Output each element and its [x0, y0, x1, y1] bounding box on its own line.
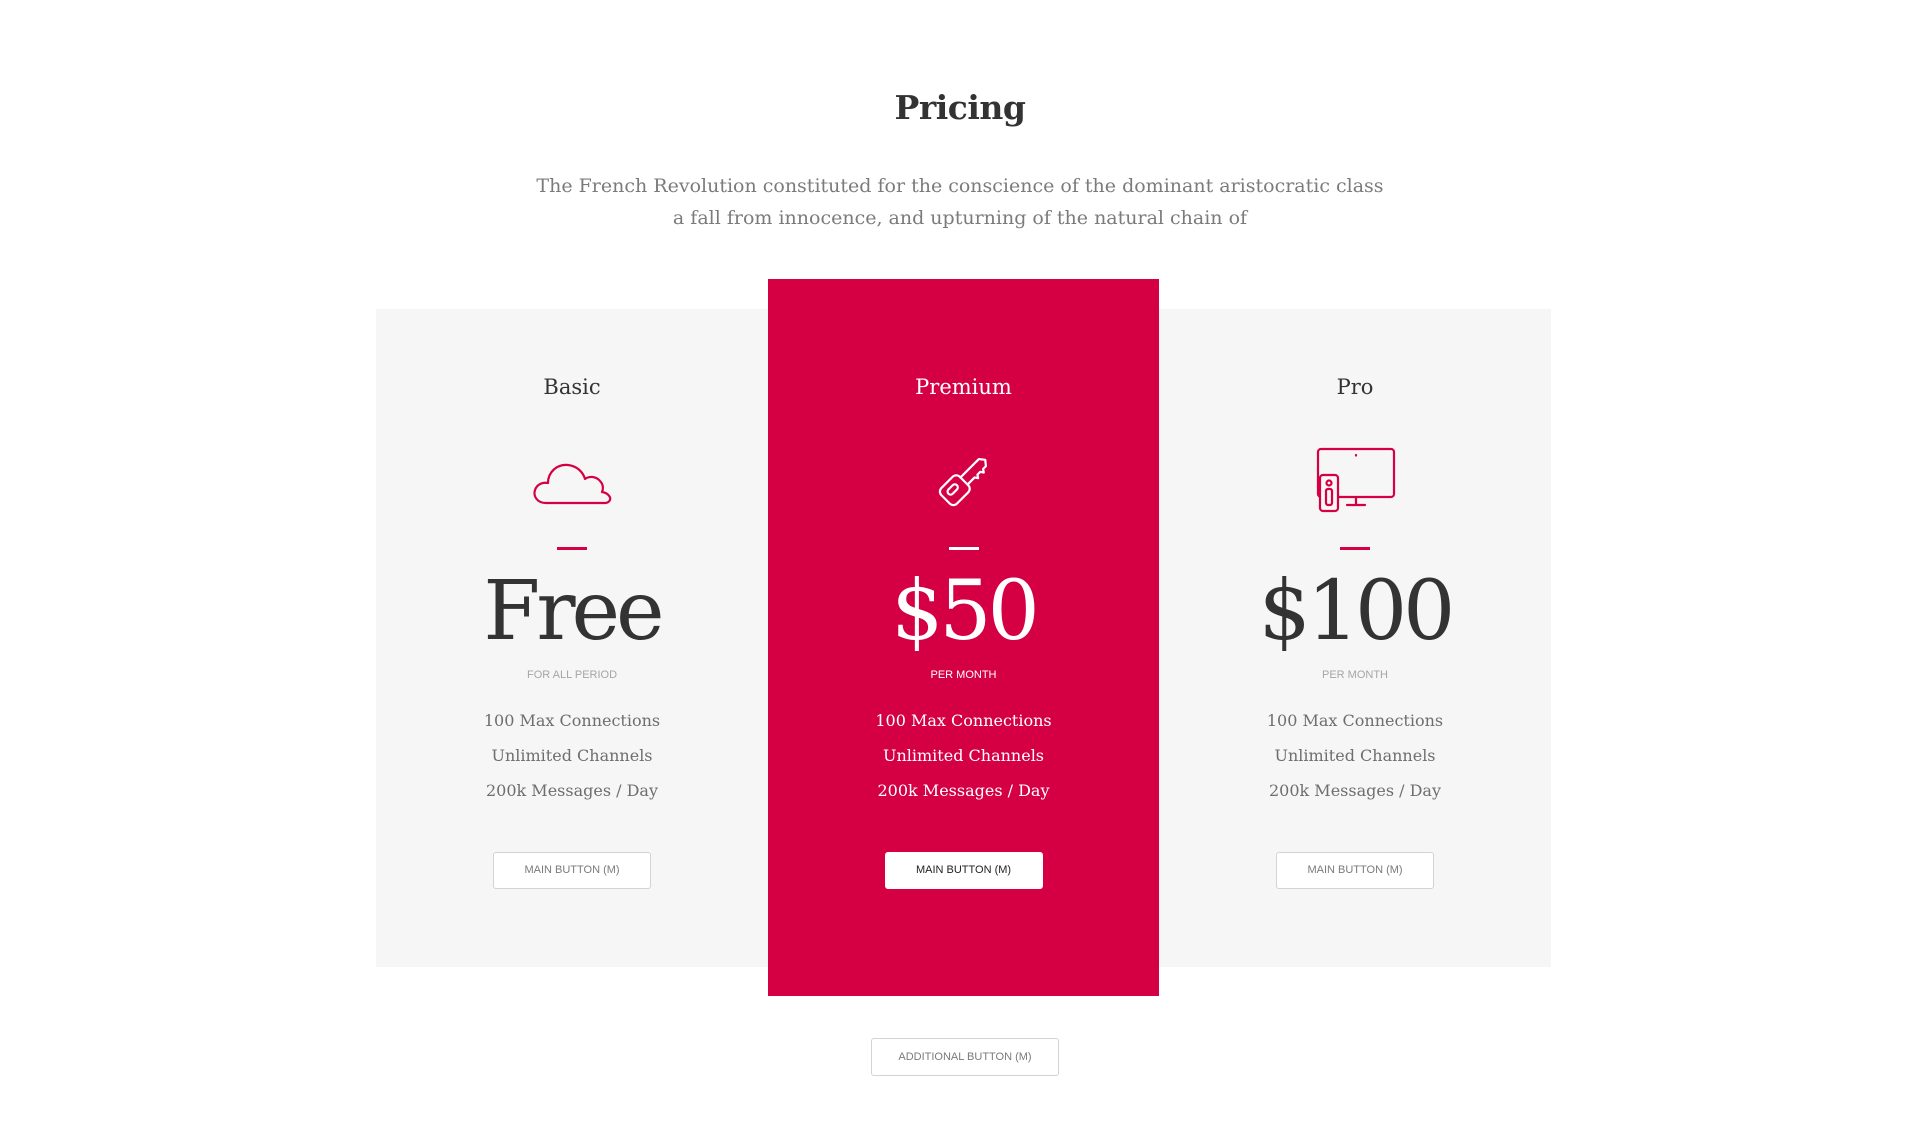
feature-item: Unlimited Channels	[1274, 746, 1436, 765]
feature-list: 100 Max Connections Unlimited Channels 2…	[376, 703, 768, 808]
plan-period: PER MONTH	[1322, 669, 1388, 681]
subtitle-line-2: a fall from innocence, and upturning of …	[672, 207, 1248, 229]
feature-item: 100 Max Connections	[483, 711, 661, 730]
feature-item: 200k Messages / Day	[877, 781, 1050, 800]
feature-item: 100 Max Connections	[875, 711, 1052, 730]
plan-price: $100	[1258, 564, 1456, 659]
page-title: Pricing	[894, 88, 1026, 127]
feature-item: Unlimited Channels	[882, 746, 1045, 765]
feature-item: 100 Max Connections	[1266, 711, 1444, 730]
plan-name: Premium	[915, 375, 1012, 399]
additional-button[interactable]: ADDITIONAL BUTTON (M)	[871, 1038, 1059, 1076]
key-icon	[922, 445, 1006, 517]
subtitle-line-1: The French Revolution constituted for th…	[536, 175, 1384, 197]
pricing-card-basic: Basic Free FOR ALL PERIOD 100 Max Connec…	[376, 309, 768, 967]
price-divider	[948, 547, 979, 550]
premium-main-button[interactable]: MAIN BUTTON (M)	[884, 852, 1043, 889]
feature-item: 200k Messages / Day	[1268, 781, 1442, 800]
pricing-section: Pricing The French Revolution constitute…	[0, 0, 1920, 1121]
plan-period: PER MONTH	[930, 669, 997, 681]
price-divider	[557, 547, 587, 550]
plan-name: Basic	[543, 375, 601, 399]
feature-item: Unlimited Channels	[491, 746, 653, 765]
plan-price: $50	[891, 564, 1040, 659]
pricing-card-premium: Premium $50 PER MONTH 100 Max Connection…	[768, 279, 1159, 996]
plan-price: Free	[483, 564, 664, 659]
pricing-card-pro: Pro $100 PER MONTH 100 Max Connections U…	[1159, 309, 1551, 967]
basic-main-button[interactable]: MAIN BUTTON (M)	[493, 852, 651, 889]
cloud-icon	[530, 445, 614, 517]
plan-name: Pro	[1336, 375, 1374, 399]
pro-main-button[interactable]: MAIN BUTTON (M)	[1276, 852, 1434, 889]
devices-icon	[1313, 445, 1397, 517]
plan-period: FOR ALL PERIOD	[526, 669, 618, 681]
page-subtitle: The French Revolution constituted for th…	[0, 170, 1920, 234]
feature-list: 100 Max Connections Unlimited Channels 2…	[768, 703, 1159, 808]
feature-item: 200k Messages / Day	[485, 781, 659, 800]
price-divider	[1340, 547, 1370, 550]
feature-list: 100 Max Connections Unlimited Channels 2…	[1159, 703, 1551, 808]
